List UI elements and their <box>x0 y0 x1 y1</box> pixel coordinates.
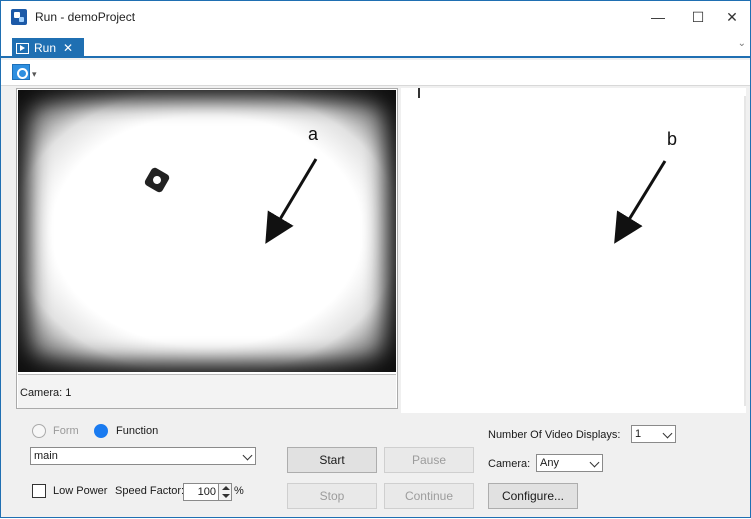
continue-button[interactable]: Continue <box>384 483 474 509</box>
form-radio-label: Form <box>53 425 79 437</box>
function-select[interactable]: main <box>30 447 256 465</box>
output-panel[interactable] <box>401 88 746 413</box>
function-radio-label: Function <box>116 425 159 437</box>
function-select-value: main <box>34 450 58 462</box>
stop-button[interactable]: Stop <box>287 483 377 509</box>
annotation-label-b: b <box>667 129 678 149</box>
speed-factor-label: Speed Factor: <box>115 485 185 497</box>
tab-close-icon[interactable]: ✕ <box>63 41 73 55</box>
toolbar-dropdown-icon[interactable]: ▾ <box>32 69 37 80</box>
chevron-down-icon <box>662 428 673 439</box>
speed-factor-input[interactable]: 100 <box>183 483 219 501</box>
form-radio[interactable] <box>32 424 46 438</box>
camera-select-value: Any <box>540 457 559 469</box>
camera-select[interactable]: Any <box>536 454 603 472</box>
camera-status-label: Camera: 1 <box>20 387 72 399</box>
app-icon <box>11 9 27 25</box>
hex-nut-object <box>143 166 171 194</box>
function-radio[interactable] <box>94 424 108 438</box>
annotation-label-a: a <box>308 124 319 144</box>
camera-icon[interactable] <box>12 64 30 80</box>
configure-button[interactable]: Configure... <box>488 483 578 509</box>
title-bar: Run - demoProject — ☐ ✕ <box>1 1 750 34</box>
chevron-down-icon <box>242 450 253 461</box>
num-video-displays-select[interactable]: 1 <box>631 425 676 443</box>
tab-run-label: Run <box>34 41 57 55</box>
run-window: Run - demoProject — ☐ ✕ Run ✕ ⌄ ▾ Camera… <box>0 0 751 518</box>
panel-divider <box>744 96 746 406</box>
toolbar: ▾ <box>1 60 750 86</box>
start-button[interactable]: Start <box>287 447 377 473</box>
tab-run[interactable]: Run ✕ <box>12 38 84 58</box>
text-cursor <box>418 88 420 98</box>
num-video-displays-label: Number Of Video Displays: <box>488 429 621 441</box>
camera-image <box>18 90 396 372</box>
low-power-checkbox[interactable] <box>32 484 46 498</box>
pause-button[interactable]: Pause <box>384 447 474 473</box>
tab-overflow-icon[interactable]: ⌄ <box>738 38 746 49</box>
window-title: Run - demoProject <box>35 10 136 24</box>
tab-strip: Run ✕ ⌄ <box>1 34 750 58</box>
chevron-down-icon <box>589 457 600 468</box>
low-power-label: Low Power <box>53 485 108 497</box>
speed-factor-unit: % <box>234 485 244 497</box>
video-display: Camera: 1 <box>16 88 398 409</box>
minimize-button[interactable]: — <box>638 5 678 29</box>
speed-factor-spinner[interactable] <box>218 483 232 501</box>
camera-status-bar: Camera: 1 <box>18 374 396 408</box>
num-video-displays-value: 1 <box>635 428 642 440</box>
run-icon <box>16 42 29 54</box>
run-controls: Form Function main Low Power Speed Facto… <box>1 413 750 517</box>
close-button[interactable]: ✕ <box>712 5 751 29</box>
camera-select-label: Camera: <box>488 458 531 470</box>
